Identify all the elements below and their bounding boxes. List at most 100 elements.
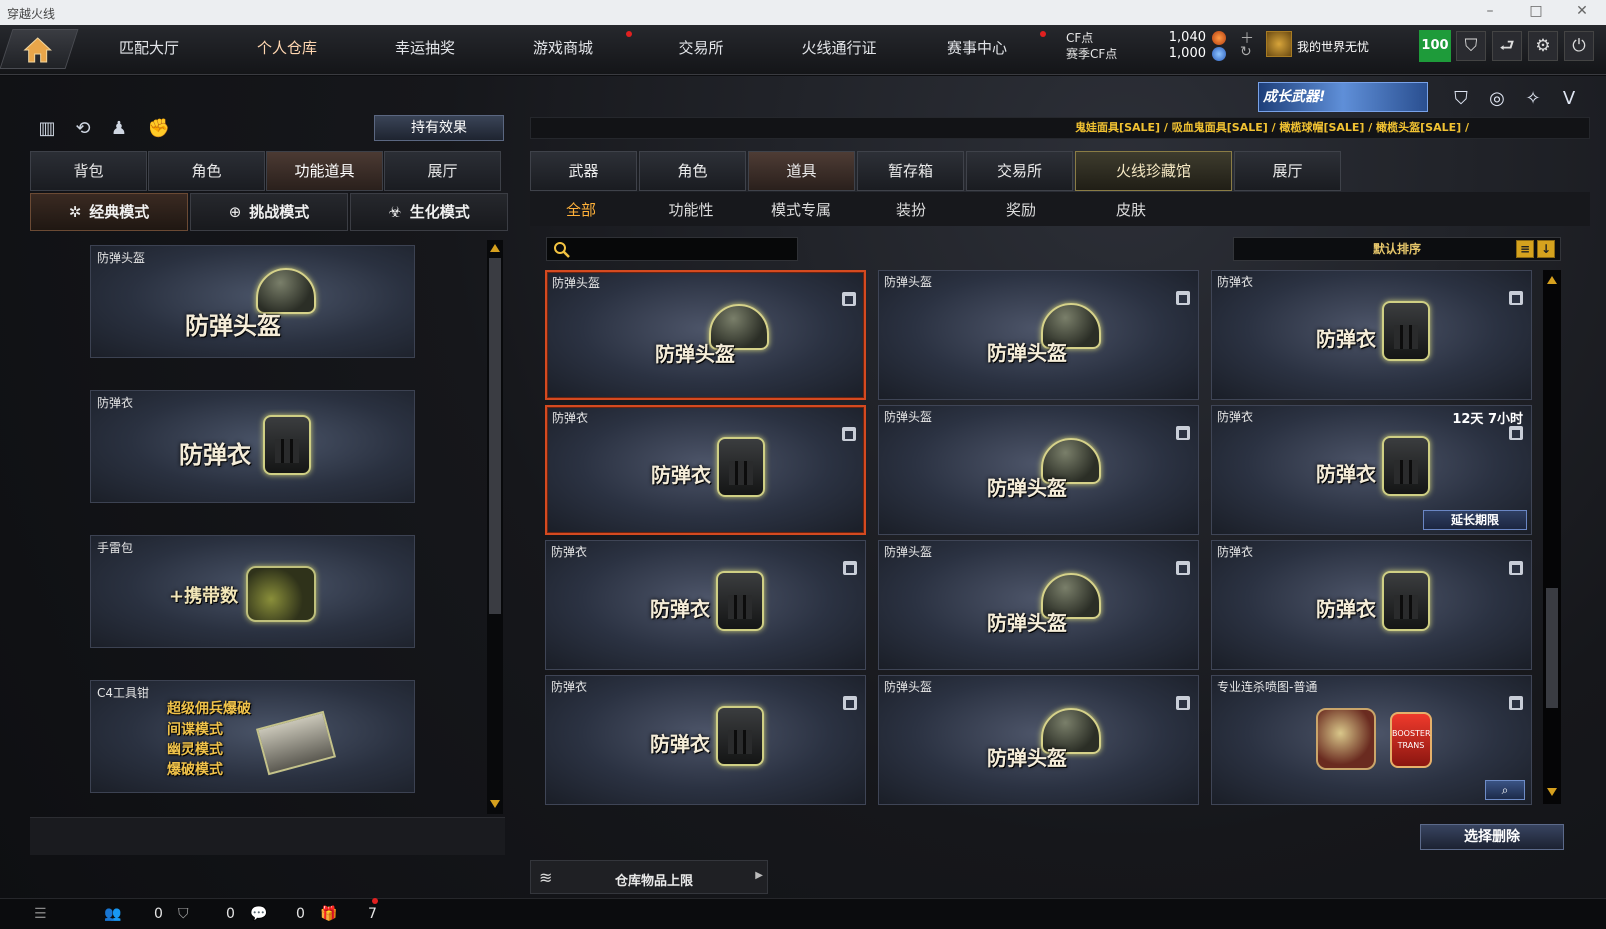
trash-icon[interactable] — [843, 561, 857, 575]
sparkle-icon[interactable]: ✧ — [1520, 86, 1546, 112]
nav-tab-lottery[interactable]: 幸运抽奖 — [360, 29, 490, 67]
right-tab-character[interactable]: 角色 — [639, 151, 746, 191]
grid-item[interactable]: 防弹头盔 防弹头盔 — [878, 675, 1199, 805]
right-tab-items[interactable]: 道具 — [748, 151, 855, 191]
home-button[interactable] — [0, 29, 79, 69]
character-icon[interactable]: ♟ — [106, 116, 132, 142]
subtab-mode-exclusive[interactable]: 模式专属 — [746, 199, 856, 220]
grid-item[interactable]: 防弹头盔 防弹头盔 — [878, 405, 1199, 535]
trash-icon[interactable] — [1176, 426, 1190, 440]
refresh-points-icon[interactable]: ↻ — [1240, 44, 1252, 60]
nav-tab-match-lobby[interactable]: 匹配大厅 — [84, 29, 214, 67]
mode-tab-challenge[interactable]: ⊕ 挑战模式 — [190, 193, 348, 231]
left-item-helmet[interactable]: 防弹头盔 防弹头盔 — [90, 245, 415, 358]
sort-direction-icon[interactable]: ↓ — [1537, 240, 1555, 258]
left-scrollbar[interactable] — [487, 240, 503, 814]
gear-icon[interactable]: ⚙ — [1528, 31, 1558, 61]
trash-icon[interactable] — [1509, 696, 1523, 710]
right-tab-storage[interactable]: 暂存箱 — [857, 151, 964, 191]
grid-item[interactable]: 防弹衣 防弹衣 — [545, 675, 866, 805]
scroll-up-icon[interactable] — [1547, 276, 1557, 284]
right-tab-collection[interactable]: 火线珍藏馆 — [1075, 151, 1232, 191]
grid-item[interactable]: 防弹头盔 防弹头盔 — [878, 270, 1199, 400]
trash-icon[interactable] — [1176, 561, 1190, 575]
power-icon[interactable]: ⏻ — [1564, 31, 1594, 61]
select-delete-button[interactable]: 选择删除 — [1420, 824, 1564, 850]
grid-item[interactable]: 防弹衣 防弹衣 — [545, 405, 866, 535]
right-scroll-thumb[interactable] — [1546, 588, 1558, 708]
growth-weapon-banner[interactable]: 成长武器! — [1258, 82, 1428, 112]
nav-tab-shop[interactable]: 游戏商城 — [498, 29, 628, 67]
trash-icon[interactable] — [843, 696, 857, 710]
left-item-grenade-pack[interactable]: 手雷包 +携带数 — [90, 535, 415, 648]
nav-tab-exchange[interactable]: 交易所 — [636, 29, 766, 67]
right-tab-hall[interactable]: 展厅 — [1234, 151, 1341, 191]
nav-tab-pass[interactable]: 火线通行证 — [774, 29, 904, 67]
left-scroll-thumb[interactable] — [489, 258, 501, 614]
gift-icon[interactable]: 🎁 — [320, 906, 337, 922]
list-view-icon[interactable]: ≡ — [1516, 240, 1534, 258]
nav-tab-warehouse[interactable]: 个人仓库 — [222, 29, 352, 67]
left-tab-hall[interactable]: 展厅 — [384, 151, 501, 191]
menu-list-icon[interactable]: ☰ — [34, 906, 47, 922]
trash-icon[interactable] — [1176, 291, 1190, 305]
subtab-dressup[interactable]: 装扮 — [856, 199, 966, 220]
maximize-icon[interactable]: □ — [1526, 3, 1546, 19]
search-box[interactable] — [546, 237, 798, 261]
stats-icon[interactable]: ▥ — [34, 116, 60, 142]
sort-dropdown[interactable]: 默认排序 — [1233, 237, 1561, 261]
globe-icon[interactable]: ◎ — [1484, 86, 1510, 112]
trash-icon[interactable] — [842, 292, 856, 306]
player-rank-icon[interactable] — [1266, 31, 1292, 57]
extend-button[interactable]: 延长期限 — [1423, 510, 1527, 530]
scroll-down-icon[interactable] — [490, 800, 500, 808]
left-item-c4-tool[interactable]: C4工具钳 超级佣兵爆破 间谍模式 幽灵模式 爆破模式 — [90, 680, 415, 793]
subtab-rewards[interactable]: 奖励 — [966, 199, 1076, 220]
left-item-vest[interactable]: 防弹衣 防弹衣 — [90, 390, 415, 503]
right-tab-weapons[interactable]: 武器 — [530, 151, 637, 191]
left-tab-function-items[interactable]: 功能道具 — [266, 151, 383, 191]
trash-icon[interactable] — [1509, 561, 1523, 575]
trash-icon[interactable] — [842, 427, 856, 441]
item-label: 手雷包 — [97, 541, 134, 555]
scroll-down-icon[interactable] — [1547, 788, 1557, 796]
trash-icon[interactable] — [1176, 696, 1190, 710]
subtab-functional[interactable]: 功能性 — [636, 199, 746, 220]
close-icon[interactable]: ✕ — [1572, 3, 1592, 19]
points-labels: CF点 赛季CF点 — [1066, 30, 1117, 62]
mode-tab-biochem[interactable]: ☣ 生化模式 — [350, 193, 508, 231]
subtab-skins[interactable]: 皮肤 — [1076, 199, 1186, 220]
warehouse-capacity[interactable]: ≋ 仓库物品上限 ▶ — [530, 860, 768, 894]
right-tab-exchange[interactable]: 交易所 — [966, 151, 1073, 191]
grenade-icon[interactable]: ✊ — [146, 116, 172, 142]
shield-icon[interactable]: ⛉ — [1456, 31, 1486, 61]
level-badge[interactable]: 100 — [1419, 30, 1451, 62]
grid-item[interactable]: 防弹头盔 防弹头盔 — [878, 540, 1199, 670]
v-logo-icon[interactable]: V — [1556, 86, 1582, 112]
subtab-all[interactable]: 全部 — [526, 199, 636, 220]
minimize-icon[interactable]: – — [1480, 3, 1500, 19]
grid-item[interactable]: 防弹衣 防弹衣 — [1211, 540, 1532, 670]
mode-tab-classic[interactable]: ✲ 经典模式 — [30, 193, 188, 231]
return-icon[interactable]: ⮐ — [1492, 31, 1522, 61]
nav-tab-events[interactable]: 赛事中心 — [912, 29, 1042, 67]
right-scrollbar[interactable] — [1543, 270, 1561, 804]
trash-icon[interactable] — [1509, 426, 1523, 440]
friends-icon[interactable]: 👥 — [104, 906, 121, 922]
left-tab-backpack[interactable]: 背包 — [30, 151, 147, 191]
trash-icon[interactable] — [1509, 291, 1523, 305]
grid-item[interactable]: 防弹衣 12天 7小时 防弹衣 延长期限 — [1211, 405, 1532, 535]
emblem-icon[interactable]: ⛉ — [1448, 86, 1474, 112]
left-tab-character[interactable]: 角色 — [148, 151, 265, 191]
search-input[interactable] — [575, 240, 793, 258]
grid-item[interactable]: 防弹衣 防弹衣 — [545, 540, 866, 670]
grid-item[interactable]: 防弹衣 防弹衣 — [1211, 270, 1532, 400]
grid-item[interactable]: 专业连杀喷图-普通 BOOSTER TRANS ⌕ — [1211, 675, 1532, 805]
preview-button[interactable]: ⌕ — [1485, 780, 1525, 800]
hold-effect-button[interactable]: 持有效果 — [374, 115, 504, 141]
grid-item[interactable]: 防弹头盔 防弹头盔 — [545, 270, 866, 400]
clan-shield-icon[interactable]: ⛉ — [178, 906, 189, 922]
scroll-up-icon[interactable] — [490, 244, 500, 252]
chat-icon[interactable]: 💬 — [250, 906, 267, 922]
refresh-icon[interactable]: ⟲ — [70, 116, 96, 142]
